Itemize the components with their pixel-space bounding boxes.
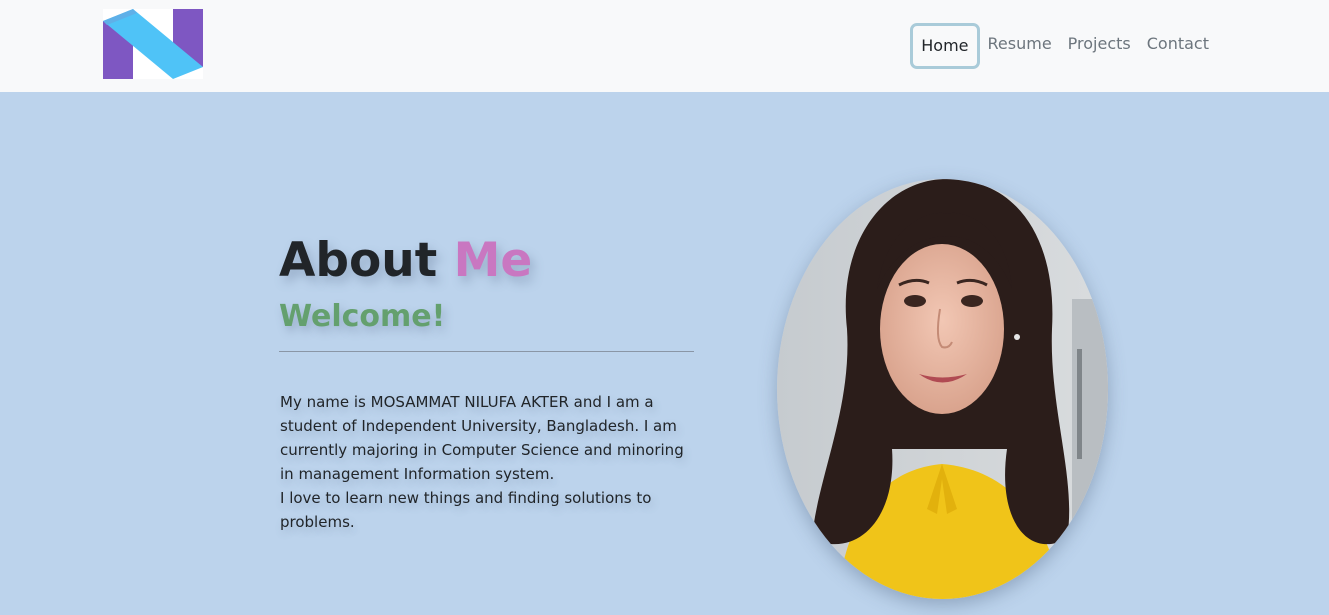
nav-link-resume[interactable]: Resume — [980, 32, 1060, 56]
title-accent: Me — [453, 233, 533, 288]
profile-photo — [777, 179, 1108, 599]
title-word: About — [279, 233, 438, 288]
bio-paragraph-1: My name is MOSAMMAT NILUFA AKTER and I a… — [280, 393, 684, 483]
welcome-subtitle: Welcome! — [279, 299, 446, 334]
bio-text: My name is MOSAMMAT NILUFA AKTER and I a… — [280, 390, 700, 534]
nav-link-projects[interactable]: Projects — [1060, 32, 1139, 56]
about-section — [0, 92, 1329, 615]
profile-photo-graphic — [777, 179, 1108, 599]
page-title: About Me — [279, 232, 532, 290]
nav-link-home[interactable]: Home — [910, 23, 980, 69]
navbar: Home Resume Projects Contact — [0, 0, 1329, 92]
bio-paragraph-2: I love to learn new things and finding s… — [280, 489, 652, 531]
nav-link-contact[interactable]: Contact — [1139, 32, 1217, 56]
divider — [279, 351, 694, 352]
nav-links: Home Resume Projects Contact — [910, 21, 1217, 69]
logo-graphic — [103, 9, 203, 79]
letter-n-logo-icon[interactable] — [103, 9, 203, 79]
